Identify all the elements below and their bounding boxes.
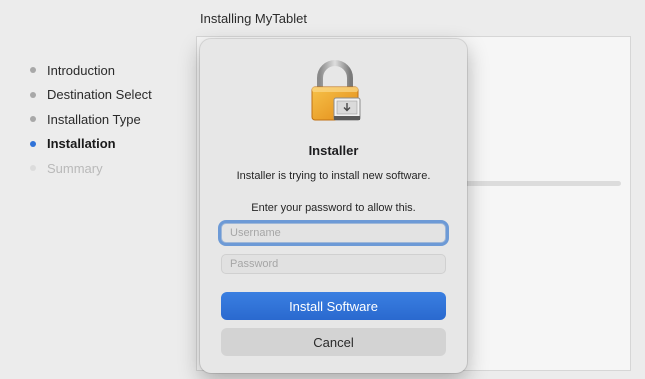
step-bullet-icon [30,116,36,123]
step-bullet-icon [30,91,36,98]
install-progress-bar [440,181,621,186]
step-label: Introduction [47,62,115,78]
cancel-button[interactable]: Cancel [221,328,446,356]
window-title: Installing MyTablet [200,11,307,26]
auth-dialog: Installer Installer is trying to install… [200,39,467,373]
dialog-message: Installer is trying to install new softw… [236,170,431,182]
step-summary: Summary [30,156,152,181]
steps-sidebar: Introduction Destination Select Installa… [30,58,152,181]
step-bullet-icon [30,140,36,147]
password-field[interactable] [221,254,446,274]
step-installation-type: Installation Type [30,107,152,132]
installer-window: Installing MyTablet Introduction Destina… [0,0,645,379]
dialog-prompt: Enter your password to allow this. [251,202,416,214]
dialog-title: Installer [308,143,359,158]
step-destination-select: Destination Select [30,83,152,108]
step-bullet-icon [30,67,36,74]
step-installation: Installation [30,132,152,157]
username-field[interactable] [221,223,446,243]
step-label: Destination Select [47,87,152,103]
step-label: Installation Type [47,111,141,127]
lock-icon [311,60,361,121]
step-label: Summary [47,160,103,176]
step-bullet-icon [30,165,36,172]
install-software-button[interactable]: Install Software [221,292,446,320]
step-introduction: Introduction [30,58,152,83]
step-label: Installation [47,136,116,152]
